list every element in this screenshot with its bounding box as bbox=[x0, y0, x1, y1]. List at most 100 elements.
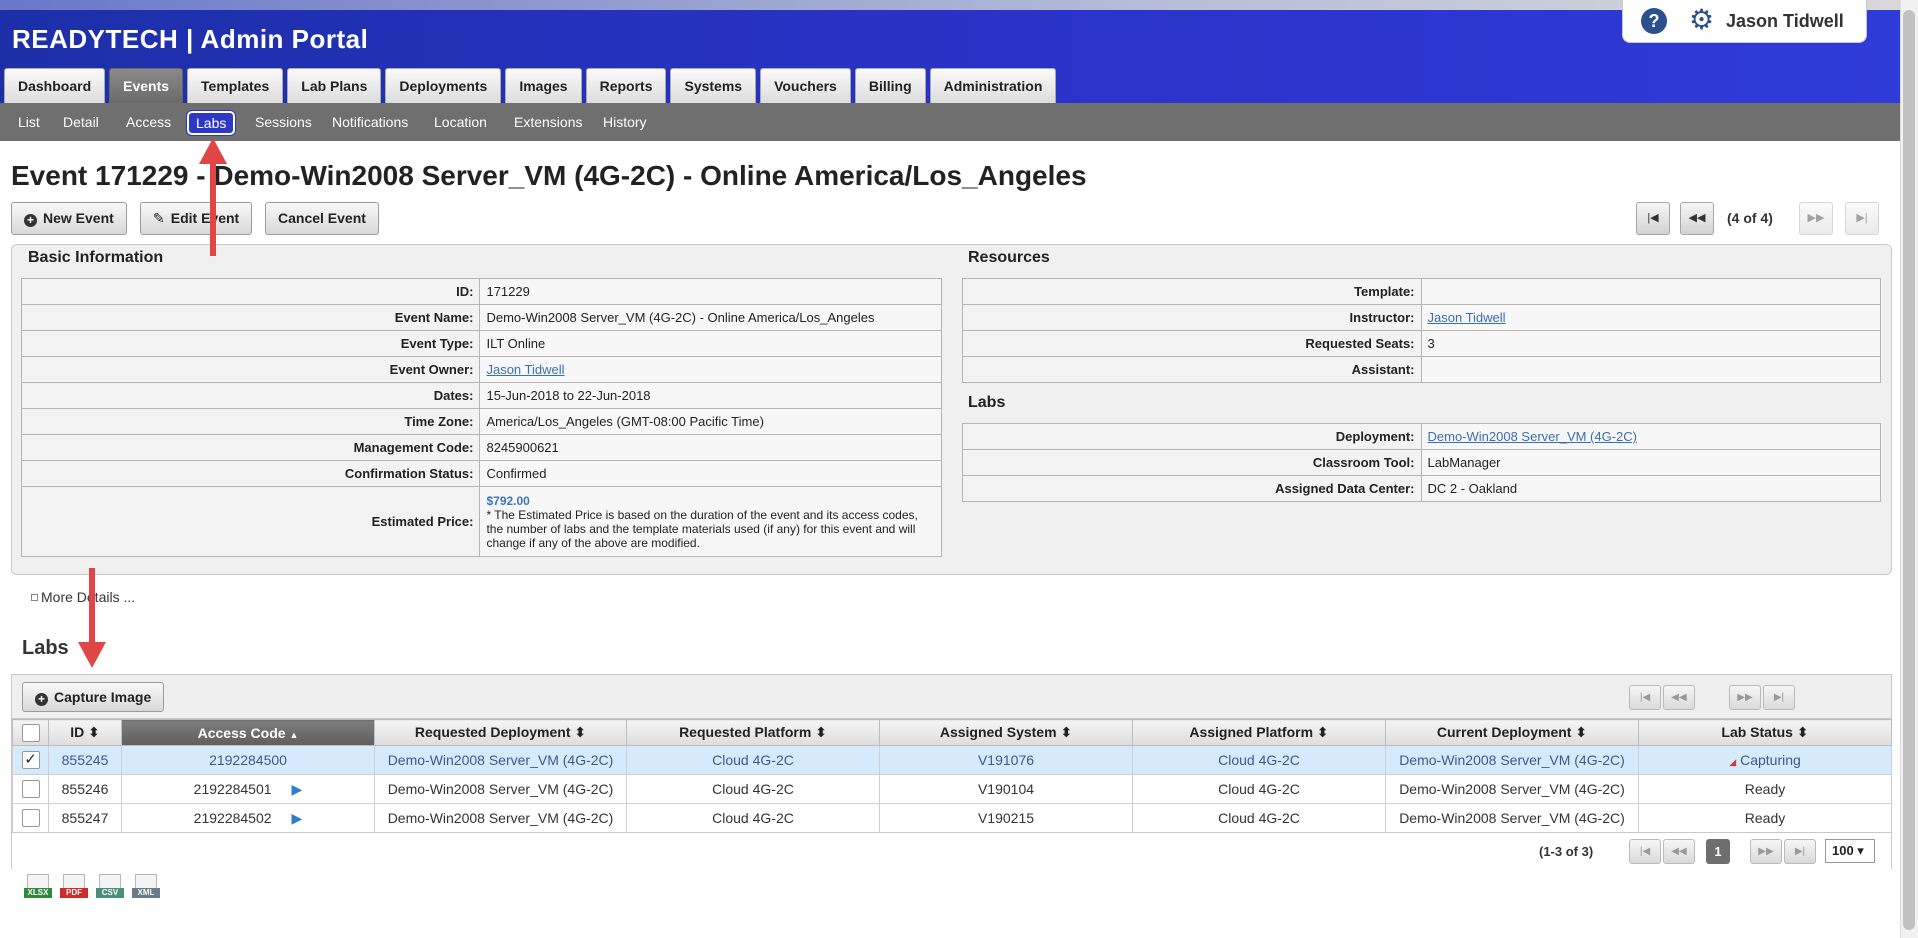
lab-status: Ready bbox=[1638, 774, 1892, 804]
table-row[interactable]: ✓ 855245 2192284500 Demo-Win2008 Server_… bbox=[12, 745, 1892, 775]
sort-icon: ⬍ bbox=[574, 724, 587, 740]
gear-icon[interactable]: ⚙ bbox=[1689, 6, 1714, 34]
event-owner-label: Event Owner: bbox=[20, 356, 481, 383]
export-pdf-icon[interactable]: PDF bbox=[60, 874, 88, 904]
export-csv-icon[interactable]: CSV bbox=[96, 874, 124, 904]
footer-last-page-button[interactable]: ▶| bbox=[1784, 839, 1816, 864]
table-row[interactable]: 855247 2192284502 ▶ Demo-Win2008 Server_V… bbox=[12, 803, 1892, 833]
tab-images[interactable]: Images bbox=[505, 68, 582, 104]
subtab-access[interactable]: Access bbox=[126, 114, 171, 130]
grid-last-page-button[interactable]: ▶| bbox=[1763, 685, 1795, 710]
subtab-sessions[interactable]: Sessions bbox=[255, 114, 312, 130]
footer-prev-page-button[interactable]: ◀◀ bbox=[1663, 839, 1695, 864]
grid-first-page-button[interactable]: |◀ bbox=[1629, 685, 1661, 710]
current-page[interactable]: 1 bbox=[1706, 839, 1730, 864]
col-assigned-system[interactable]: Assigned System ⬍ bbox=[879, 719, 1133, 746]
requested-platform: Cloud 4G-2C bbox=[626, 745, 880, 775]
export-xml-icon[interactable]: XML bbox=[132, 874, 160, 904]
estimated-price: $792.00 bbox=[486, 493, 530, 508]
export-pdf-label: PDF bbox=[60, 888, 88, 898]
next-record-button[interactable]: ▶▶ bbox=[1799, 202, 1833, 235]
col-id[interactable]: ID ⬍ bbox=[48, 719, 122, 746]
sort-icon: ⬍ bbox=[1060, 724, 1073, 740]
user-name[interactable]: Jason Tidwell bbox=[1726, 11, 1844, 32]
footer-first-page-button[interactable]: |◀ bbox=[1629, 839, 1661, 864]
annotation-arrow-down bbox=[78, 568, 106, 668]
prev-record-button[interactable]: ◀◀ bbox=[1680, 202, 1714, 235]
assigned-platform: Cloud 4G-2C bbox=[1132, 803, 1386, 833]
cancel-event-button[interactable]: Cancel Event bbox=[265, 202, 379, 235]
scrollbar-thumb[interactable] bbox=[1903, 10, 1915, 930]
plus-circle-icon: + bbox=[35, 693, 48, 706]
col-requested-platform[interactable]: Requested Platform ⬍ bbox=[626, 719, 880, 746]
data-center-label: Assigned Data Center: bbox=[962, 475, 1422, 502]
subtab-location[interactable]: Location bbox=[434, 114, 487, 130]
tab-administration[interactable]: Administration bbox=[929, 68, 1057, 104]
tab-dashboard[interactable]: Dashboard bbox=[4, 68, 106, 104]
tab-billing[interactable]: Billing bbox=[854, 68, 926, 104]
help-icon[interactable]: ? bbox=[1641, 8, 1667, 34]
subtab-detail[interactable]: Detail bbox=[63, 114, 99, 130]
resources-title: Resources bbox=[968, 249, 1050, 266]
assistant-value bbox=[1420, 356, 1882, 383]
deployment-link[interactable]: Demo-Win2008 Server_VM (4G-2C) bbox=[1428, 429, 1638, 444]
subtab-notifications[interactable]: Notifications bbox=[332, 114, 408, 130]
rows-count: (1-3 of 3) bbox=[1539, 844, 1594, 859]
select-all-header[interactable] bbox=[12, 719, 49, 746]
footer-next-page-button[interactable]: ▶▶ bbox=[1750, 839, 1782, 864]
labs-grid: + Capture Image |◀ ◀◀ ▶▶ ▶| ID ⬍ Access C… bbox=[11, 674, 1892, 869]
event-owner-link[interactable]: Jason Tidwell bbox=[486, 362, 564, 377]
subtab-history[interactable]: History bbox=[603, 114, 647, 130]
export-xlsx-label: XLSX bbox=[24, 888, 52, 898]
id-label: ID: bbox=[20, 278, 481, 305]
assigned-system: V190215 bbox=[879, 803, 1133, 833]
instructor-link[interactable]: Jason Tidwell bbox=[1428, 310, 1506, 325]
event-timezone: America/Los_Angeles (GMT-08:00 Pacific T… bbox=[479, 408, 942, 435]
tab-lab-plans[interactable]: Lab Plans bbox=[287, 68, 382, 104]
tab-systems[interactable]: Systems bbox=[670, 68, 757, 104]
edit-event-button[interactable]: ✎ Edit Event bbox=[140, 202, 253, 235]
sub-navigation: List Detail Access Labs Sessions Notific… bbox=[0, 103, 1918, 141]
col-assigned-platform[interactable]: Assigned Platform ⬍ bbox=[1132, 719, 1386, 746]
row-checkbox[interactable]: ✓ bbox=[21, 751, 40, 770]
template-label: Template: bbox=[962, 278, 1422, 305]
col-current-deployment[interactable]: Current Deployment ⬍ bbox=[1385, 719, 1639, 746]
requested-platform: Cloud 4G-2C bbox=[626, 774, 880, 804]
tab-events[interactable]: Events bbox=[109, 68, 184, 104]
play-icon[interactable]: ▶ bbox=[292, 810, 303, 826]
first-record-button[interactable]: |◀ bbox=[1636, 202, 1670, 235]
subtab-list[interactable]: List bbox=[18, 114, 40, 130]
grid-prev-page-button[interactable]: ◀◀ bbox=[1663, 685, 1695, 710]
row-checkbox[interactable] bbox=[21, 809, 40, 828]
sort-asc-icon: ▲ bbox=[289, 729, 299, 740]
export-csv-label: CSV bbox=[96, 888, 124, 898]
dates-label: Dates: bbox=[20, 382, 481, 409]
page-size-select[interactable]: 100 ▾ bbox=[1825, 839, 1875, 863]
table-row[interactable]: 855246 2192284501 ▶ Demo-Win2008 Server_V… bbox=[12, 774, 1892, 804]
subtab-extensions[interactable]: Extensions bbox=[514, 114, 582, 130]
col-requested-deployment[interactable]: Requested Deployment ⬍ bbox=[374, 719, 627, 746]
lab-id: 855246 bbox=[48, 774, 122, 804]
export-xlsx-icon[interactable]: XLSX bbox=[24, 874, 52, 904]
data-center: DC 2 - Oakland bbox=[1420, 475, 1881, 502]
select-all-checkbox[interactable] bbox=[21, 723, 40, 742]
management-code-label: Management Code: bbox=[20, 434, 481, 461]
tab-templates[interactable]: Templates bbox=[187, 68, 284, 104]
subtab-labs[interactable]: Labs bbox=[187, 111, 236, 135]
tab-vouchers[interactable]: Vouchers bbox=[760, 68, 851, 104]
tab-reports[interactable]: Reports bbox=[585, 68, 667, 104]
expand-icon bbox=[31, 594, 38, 601]
requested-seats: 3 bbox=[1420, 330, 1882, 357]
grid-next-page-button[interactable]: ▶▶ bbox=[1729, 685, 1761, 710]
basic-info-table: ID: 171229 Event Name: Demo-Win2008 Server… bbox=[20, 278, 942, 557]
col-access-code[interactable]: Access Code ▲ bbox=[121, 719, 375, 746]
play-icon[interactable]: ▶ bbox=[292, 781, 303, 797]
tab-deployments[interactable]: Deployments bbox=[385, 68, 502, 104]
brand-title[interactable]: READYTECH | Admin Portal bbox=[12, 24, 368, 55]
capture-image-button[interactable]: + Capture Image bbox=[22, 682, 165, 712]
new-event-button[interactable]: + New Event bbox=[11, 202, 127, 235]
col-lab-status[interactable]: Lab Status ⬍ bbox=[1638, 719, 1892, 746]
last-record-button[interactable]: ▶| bbox=[1845, 202, 1879, 235]
row-checkbox[interactable] bbox=[21, 780, 40, 799]
event-name: Demo-Win2008 Server_VM (4G-2C) - Online … bbox=[479, 304, 942, 331]
